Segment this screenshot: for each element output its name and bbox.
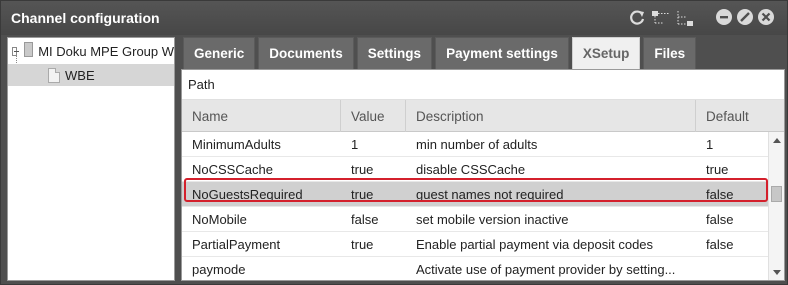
scroll-up-icon[interactable] bbox=[773, 138, 781, 143]
table-row[interactable]: NoCSSCache true disable CSSCache true bbox=[182, 157, 768, 182]
tab-files[interactable]: Files bbox=[643, 37, 697, 69]
cell-description: Activate use of payment provider by sett… bbox=[416, 262, 676, 277]
channel-tree: MI Doku MPE Group W WBE bbox=[7, 37, 175, 281]
column-header-default[interactable]: Default bbox=[696, 100, 784, 132]
title-tools bbox=[627, 8, 695, 28]
window-title: Channel configuration bbox=[11, 10, 160, 26]
table-row[interactable]: MinimumAdults 1 min number of adults 1 bbox=[182, 132, 768, 157]
cell-default: false bbox=[706, 237, 734, 252]
cell-value: 1 bbox=[351, 137, 359, 152]
document-icon bbox=[48, 67, 60, 83]
window-buttons bbox=[716, 9, 774, 25]
tab-generic[interactable]: Generic bbox=[183, 37, 256, 69]
cell-description: guest names not required bbox=[416, 187, 564, 202]
xsetup-panel: Path Name Value Description Default Mini… bbox=[181, 69, 785, 281]
column-header-value[interactable]: Value bbox=[341, 100, 406, 132]
cell-description: set mobile version inactive bbox=[416, 212, 569, 227]
cell-description: Enable partial payment via deposit codes bbox=[416, 237, 654, 252]
tab-documents[interactable]: Documents bbox=[258, 37, 354, 69]
cell-name: NoGuestsRequired bbox=[192, 187, 303, 202]
minimize-icon[interactable] bbox=[716, 9, 732, 25]
cell-default bbox=[696, 257, 768, 280]
cell-value: true bbox=[351, 187, 374, 202]
scroll-down-icon[interactable] bbox=[773, 270, 781, 275]
tree-node-root[interactable]: MI Doku MPE Group W bbox=[8, 40, 174, 62]
cell-name: MinimumAdults bbox=[192, 137, 281, 152]
collapse-toggle-icon[interactable] bbox=[12, 46, 20, 56]
expand-tree-icon[interactable] bbox=[675, 8, 695, 28]
cell-name: PartialPayment bbox=[192, 237, 281, 252]
cell-value bbox=[341, 257, 406, 280]
cell-value: false bbox=[351, 212, 379, 227]
tree-node-wbe[interactable]: WBE bbox=[8, 64, 174, 86]
cell-name: paymode bbox=[192, 262, 246, 277]
tab-payment-settings[interactable]: Payment settings bbox=[435, 37, 569, 69]
table-row[interactable]: paymode Activate use of payment provider… bbox=[182, 257, 768, 280]
folder-icon bbox=[24, 42, 34, 57]
maximize-icon[interactable] bbox=[737, 9, 753, 25]
vertical-scrollbar[interactable] bbox=[768, 132, 784, 280]
tree-node-wbe-label: WBE bbox=[65, 67, 95, 83]
cell-default: false bbox=[706, 212, 734, 227]
cell-default: 1 bbox=[706, 137, 714, 152]
table-row[interactable]: PartialPayment true Enable partial payme… bbox=[182, 232, 768, 257]
channel-configuration-window: Channel configuration MI Doku MPE Group … bbox=[0, 0, 788, 285]
cell-name: NoCSSCache bbox=[192, 162, 273, 177]
cell-default: true bbox=[706, 162, 729, 177]
cell-value: true bbox=[351, 162, 374, 177]
column-header-description[interactable]: Description bbox=[406, 100, 696, 132]
tree-node-root-label: MI Doku MPE Group W bbox=[38, 43, 175, 59]
tab-xsetup[interactable]: XSetup bbox=[571, 37, 641, 69]
cell-default: false bbox=[706, 187, 734, 202]
title-bar: Channel configuration bbox=[1, 1, 787, 35]
table-row-selected[interactable]: NoGuestsRequired true guest names not re… bbox=[182, 182, 768, 207]
path-label: Path bbox=[182, 70, 784, 100]
cell-value: true bbox=[351, 237, 374, 252]
collapse-tree-icon[interactable] bbox=[651, 8, 671, 28]
cell-description: min number of adults bbox=[416, 137, 538, 152]
tab-settings[interactable]: Settings bbox=[356, 37, 433, 69]
column-header-name[interactable]: Name bbox=[182, 100, 341, 132]
scrollbar-thumb[interactable] bbox=[771, 186, 782, 202]
cell-description: disable CSSCache bbox=[416, 162, 526, 177]
close-icon[interactable] bbox=[758, 9, 774, 25]
refresh-icon[interactable] bbox=[627, 8, 647, 28]
tab-bar: Generic Documents Settings Payment setti… bbox=[183, 37, 697, 69]
table-header: Name Value Description Default bbox=[182, 100, 784, 132]
cell-name: NoMobile bbox=[192, 212, 247, 227]
table-row[interactable]: NoMobile false set mobile version inacti… bbox=[182, 207, 768, 232]
